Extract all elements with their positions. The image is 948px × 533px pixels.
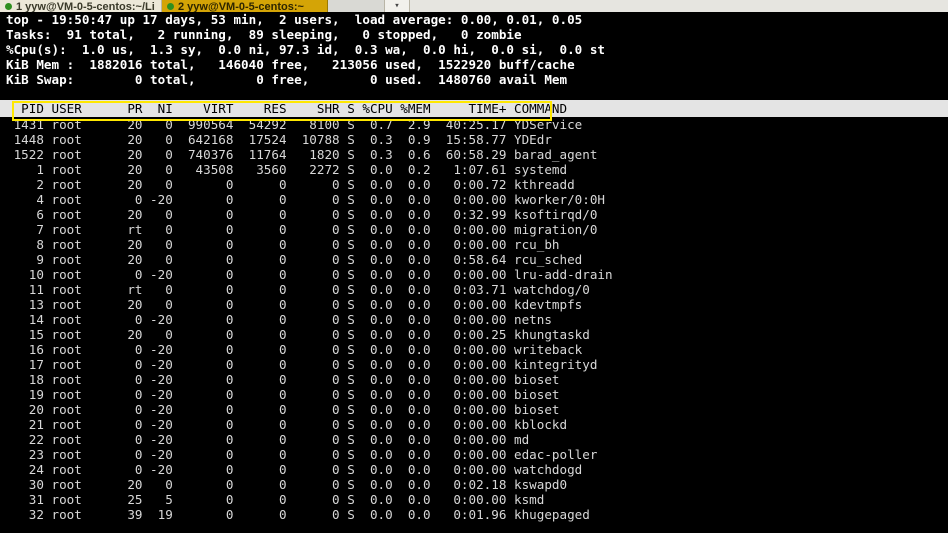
- process-row: 4 root 0 -20 0 0 0 S 0.0 0.0 0:00.00 kwo…: [6, 192, 605, 207]
- process-row: 31 root 25 5 0 0 0 S 0.0 0.0 0:00.00 ksm…: [6, 492, 545, 507]
- tab-bar-spacer: [328, 0, 384, 12]
- tab-1-label: 1 yyw@VM-0-5-centos:~/Linu...: [16, 1, 155, 13]
- process-row: 18 root 0 -20 0 0 0 S 0.0 0.0 0:00.00 bi…: [6, 372, 560, 387]
- tab-bar: 1 yyw@VM-0-5-centos:~/Linu... 2 yyw@VM-0…: [0, 0, 948, 12]
- process-row: 11 root rt 0 0 0 0 S 0.0 0.0 0:03.71 wat…: [6, 282, 590, 297]
- tab-bar-background: [410, 0, 948, 12]
- top-swap-line: KiB Swap: 0 total, 0 free, 0 used. 14807…: [6, 72, 568, 87]
- process-row: 24 root 0 -20 0 0 0 S 0.0 0.0 0:00.00 wa…: [6, 462, 583, 477]
- process-row: 22 root 0 -20 0 0 0 S 0.0 0.0 0:00.00 md: [6, 432, 530, 447]
- process-row: 1431 root 20 0 990564 54292 8100 S 0.7 2…: [6, 117, 583, 132]
- top-tasks-line: Tasks: 91 total, 2 running, 89 sleeping,…: [6, 27, 522, 42]
- process-row: 10 root 0 -20 0 0 0 S 0.0 0.0 0:00.00 lr…: [6, 267, 613, 282]
- process-row: 7 root rt 0 0 0 0 S 0.0 0.0 0:00.00 migr…: [6, 222, 598, 237]
- tab-2-label: 2 yyw@VM-0-5-centos:~: [178, 1, 304, 13]
- process-row: 15 root 20 0 0 0 0 S 0.0 0.0 0:00.25 khu…: [6, 327, 590, 342]
- process-row: 14 root 0 -20 0 0 0 S 0.0 0.0 0:00.00 ne…: [6, 312, 552, 327]
- process-table-header: PID USER PR NI VIRT RES SHR S %CPU %MEM …: [0, 100, 948, 117]
- process-row: 9 root 20 0 0 0 0 S 0.0 0.0 0:58.64 rcu_…: [6, 252, 583, 267]
- process-row: 19 root 0 -20 0 0 0 S 0.0 0.0 0:00.00 bi…: [6, 387, 560, 402]
- process-row: 16 root 0 -20 0 0 0 S 0.0 0.0 0:00.00 wr…: [6, 342, 583, 357]
- process-table-body: 1431 root 20 0 990564 54292 8100 S 0.7 2…: [0, 117, 948, 522]
- tab-2[interactable]: 2 yyw@VM-0-5-centos:~: [162, 0, 328, 12]
- process-row: 1 root 20 0 43508 3560 2272 S 0.0 0.2 1:…: [6, 162, 568, 177]
- process-row: 13 root 20 0 0 0 0 S 0.0 0.0 0:00.00 kde…: [6, 297, 583, 312]
- new-tab-button[interactable]: ▾: [384, 0, 410, 12]
- status-dot-icon: [167, 2, 174, 10]
- process-row: 1522 root 20 0 740376 11764 1820 S 0.3 0…: [6, 147, 598, 162]
- process-row: 32 root 39 19 0 0 0 S 0.0 0.0 0:01.96 kh…: [6, 507, 590, 522]
- process-row: 2 root 20 0 0 0 0 S 0.0 0.0 0:00.72 kthr…: [6, 177, 575, 192]
- terminal-screen[interactable]: top - 19:50:47 up 17 days, 53 min, 2 use…: [0, 12, 948, 533]
- process-row: 30 root 20 0 0 0 0 S 0.0 0.0 0:02.18 ksw…: [6, 477, 568, 492]
- status-dot-icon: [5, 2, 12, 10]
- process-row: 23 root 0 -20 0 0 0 S 0.0 0.0 0:00.00 ed…: [6, 447, 598, 462]
- process-row: 20 root 0 -20 0 0 0 S 0.0 0.0 0:00.00 bi…: [6, 402, 560, 417]
- top-uptime-line: top - 19:50:47 up 17 days, 53 min, 2 use…: [6, 12, 583, 27]
- process-row: 6 root 20 0 0 0 0 S 0.0 0.0 0:32.99 ksof…: [6, 207, 598, 222]
- tab-1[interactable]: 1 yyw@VM-0-5-centos:~/Linu...: [0, 0, 162, 12]
- top-mem-line: KiB Mem : 1882016 total, 146040 free, 21…: [6, 57, 575, 72]
- process-row: 8 root 20 0 0 0 0 S 0.0 0.0 0:00.00 rcu_…: [6, 237, 560, 252]
- process-row: 21 root 0 -20 0 0 0 S 0.0 0.0 0:00.00 kb…: [6, 417, 568, 432]
- process-row: 1448 root 20 0 642168 17524 10788 S 0.3 …: [6, 132, 552, 147]
- top-cpu-line: %Cpu(s): 1.0 us, 1.3 sy, 0.0 ni, 97.3 id…: [6, 42, 605, 57]
- process-row: 17 root 0 -20 0 0 0 S 0.0 0.0 0:00.00 ki…: [6, 357, 598, 372]
